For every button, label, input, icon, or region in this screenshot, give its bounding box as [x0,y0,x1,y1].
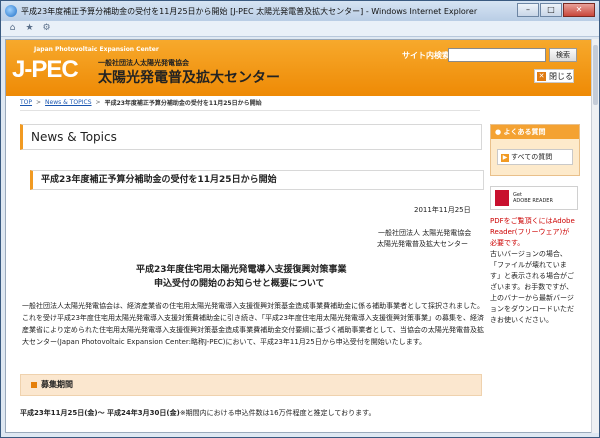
tools-gear-icon[interactable]: ⚙ [41,23,52,34]
faq-heading-label: よくある質問 [503,128,546,136]
adobe-line-2: ADOBE READER [513,198,553,204]
breadcrumb-current: 平成23年度補正予算分補助金の受付を11月25日から開始 [104,100,262,107]
command-bar: ⌂ ★ ⚙ [1,21,599,37]
close-page-button[interactable]: ✕ 閉じる [534,69,574,83]
breadcrumb-news-link[interactable]: News & TOPICS [45,99,91,106]
maximize-button[interactable]: □ [540,3,562,17]
period-note: ※期間内における申込件数は16万件程度と推定しております。 [179,409,376,417]
close-icon: ✕ [537,71,546,81]
org-name-big: 太陽光発電普及拡大センター [98,70,280,86]
jpec-logo[interactable]: J-PEC [12,56,79,84]
title-bar: 平成23年度補正予算分補助金の受付を11月25日から開始 [J-PEC 太陽光発… [1,1,599,21]
pdf-note-required: PDFをご覧頂くにはAdobe Reader(フリーウェア)が必要です。 [490,217,575,247]
scrollbar-thumb[interactable] [593,45,598,105]
divider [20,110,480,111]
arrow-right-icon: ▶ [501,154,509,162]
page-viewport: Japan Photovoltaic Expansion Center J-PE… [5,39,593,433]
breadcrumb-separator: > [36,99,42,106]
window-controls: – □ ✕ [516,3,595,17]
adobe-reader-icon [495,190,509,206]
subhead-application-period: 募集期間 [20,374,482,396]
vertical-scrollbar[interactable] [591,39,599,433]
adobe-banner-text: Get ADOBE READER [513,192,553,204]
article-date: 2011年11月25日 [414,206,471,214]
logo-subtitle: Japan Photovoltaic Expansion Center [34,46,159,53]
article-body: 一般社団法人太陽光発電協会は、経済産業省の住宅用太陽光発電導入支援復興対策基金造… [22,302,484,346]
breadcrumb-top-link[interactable]: TOP [20,99,32,106]
site-search-label: サイト内検索 [402,51,450,60]
minimize-button[interactable]: – [517,3,539,17]
pdf-note: PDFをご覧頂くにはAdobe Reader(フリーウェア)が必要です。 古いバ… [490,216,576,326]
issuer-line-2: 太陽光発電普及拡大センター [377,240,468,248]
section-title: News & Topics [20,124,482,150]
search-button[interactable]: 検索 [549,48,577,62]
pdf-note-detail: 古いバージョンの場合、「ファイルが壊れています」と表示される場合がございます。お… [490,250,574,324]
document-title-line-1: 平成23年度住宅用太陽光発電導入支援復興対策事業 [136,265,347,275]
application-period-text: 平成23年11月25日(金)～ 平成24年3月30日(金)※期間内における申込件… [20,408,375,418]
article-headline: 平成23年度補正予算分補助金の受付を11月25日から開始 [30,170,484,190]
period-dates: 平成23年11月25日(金)～ 平成24年3月30日(金) [20,409,180,417]
home-icon[interactable]: ⌂ [7,23,18,34]
ie-logo-icon [5,5,17,17]
info-icon: ● [495,128,504,136]
all-questions-label: すべての質問 [511,153,553,161]
subhead-label: 募集期間 [41,380,73,389]
close-window-button[interactable]: ✕ [563,3,595,17]
browser-window: 平成23年度補正予算分補助金の受付を11月25日から開始 [J-PEC 太陽光発… [0,0,600,438]
document-title-line-2: 申込受付の開始のお知らせと概要について [154,279,325,289]
faq-heading: ● よくある質問 [491,125,579,139]
all-questions-button[interactable]: ▶ すべての質問 [497,149,573,165]
faq-box: ● よくある質問 ▶ すべての質問 [490,124,580,176]
square-bullet-icon [31,381,37,388]
breadcrumb-separator: > [95,99,101,106]
issuer-line-1: 一般社団法人 太陽光発電協会 [378,229,472,237]
site-header: Japan Photovoltaic Expansion Center J-PE… [6,40,592,96]
window-title: 平成23年度補正予算分補助金の受付を11月25日から開始 [J-PEC 太陽光発… [21,6,478,16]
breadcrumb: TOP > News & TOPICS > 平成23年度補正予算分補助金の受付を… [20,98,262,107]
get-adobe-reader-banner[interactable]: Get ADOBE READER [490,186,578,210]
favorites-star-icon[interactable]: ★ [24,23,35,34]
close-page-label: 閉じる [549,71,573,81]
site-search-input[interactable] [448,48,546,62]
